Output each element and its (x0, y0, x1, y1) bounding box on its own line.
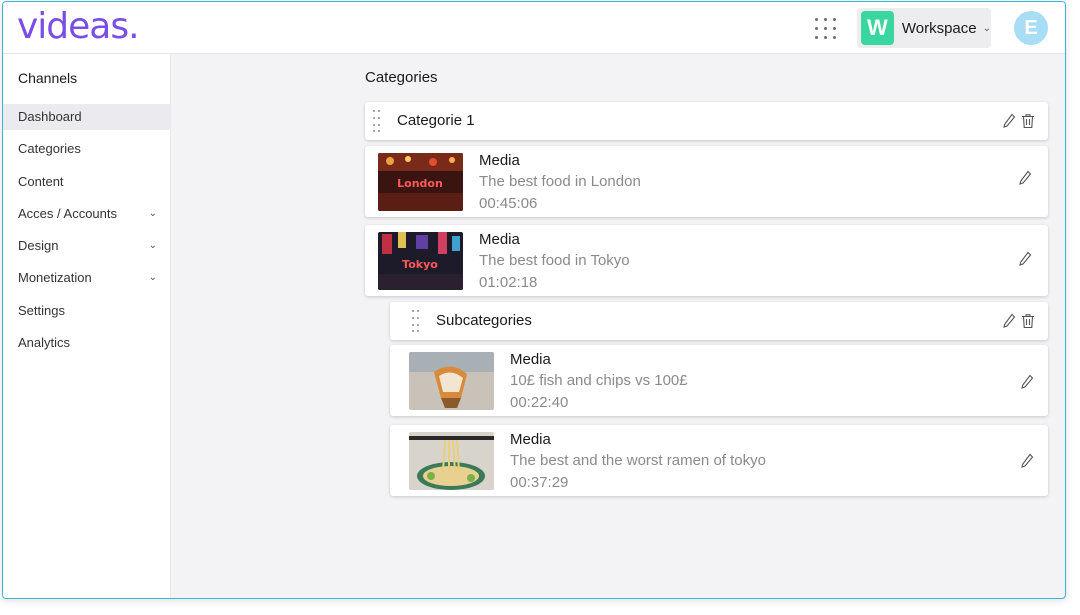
sidebar-item-label: Dashboard (18, 109, 82, 124)
sidebar-item-categories[interactable]: Categories (3, 136, 171, 162)
media-type: Media (510, 431, 551, 448)
sidebar-item-label: Analytics (18, 335, 71, 350)
media-card[interactable]: Tokyo Media The best food in Tokyo 01:02… (365, 225, 1048, 296)
media-thumbnail: Tokyo (378, 232, 463, 290)
media-card[interactable]: Media 10£ fish and chips vs 100£ 00:22:4… (390, 345, 1048, 416)
media-duration: 01:02:18 (479, 274, 538, 291)
media-type: Media (479, 152, 520, 169)
chevron-down-icon: ⌄ (148, 272, 157, 283)
subcategory-row[interactable]: Subcategories (390, 302, 1048, 340)
videas-logo[interactable]: videas. (17, 6, 140, 47)
media-card[interactable]: Media The best and the worst ramen of to… (390, 425, 1048, 496)
category-row[interactable]: Categorie 1 (365, 102, 1048, 140)
workspace-badge: W (861, 11, 894, 45)
edit-icon[interactable] (1020, 374, 1034, 390)
apps-grid-icon[interactable] (815, 18, 837, 40)
chevron-down-icon: ⌄ (148, 240, 157, 251)
sidebar-item-label: Content (18, 174, 64, 189)
edit-icon[interactable] (1020, 453, 1034, 469)
media-thumbnail (409, 432, 494, 490)
drag-handle-icon[interactable] (373, 110, 381, 134)
edit-icon[interactable] (1002, 313, 1016, 329)
sidebar-item-label: Settings (18, 303, 65, 318)
sidebar: Channels Dashboard Categories Content Ac… (3, 54, 171, 598)
media-duration: 00:22:40 (510, 394, 569, 411)
workspace-switcher[interactable]: W Workspace ⌄ (857, 8, 991, 48)
workspace-label: Workspace (901, 19, 977, 37)
chevron-down-icon: ⌄ (148, 208, 157, 219)
sidebar-item-dashboard[interactable]: Dashboard (3, 104, 171, 130)
media-thumbnail: London (378, 153, 463, 211)
edit-icon[interactable] (1018, 251, 1032, 267)
subcategory-label: Subcategories (436, 312, 532, 329)
sidebar-item-monetization[interactable]: Monetization ⌄ (3, 265, 171, 291)
chevron-down-icon: ⌄ (982, 22, 991, 34)
delete-icon[interactable] (1021, 313, 1035, 329)
media-title: 10£ fish and chips vs 100£ (510, 372, 688, 389)
sidebar-item-design[interactable]: Design ⌄ (3, 233, 171, 259)
top-bar: videas. W Workspace ⌄ E (3, 2, 1065, 54)
media-title: The best and the worst ramen of tokyo (510, 452, 766, 469)
media-duration: 00:37:29 (510, 474, 569, 491)
sidebar-item-label: Monetization (18, 270, 92, 285)
thumbnail-overlay-text: London (397, 177, 443, 190)
sidebar-item-label: Categories (18, 141, 81, 156)
sidebar-item-label: Design (18, 238, 59, 253)
sidebar-item-access-accounts[interactable]: Acces / Accounts ⌄ (3, 201, 171, 227)
sidebar-item-settings[interactable]: Settings (3, 298, 171, 324)
media-type: Media (479, 231, 520, 248)
media-card[interactable]: London Media The best food in London 00:… (365, 146, 1048, 217)
sidebar-item-label: Acces / Accounts (18, 206, 117, 221)
thumbnail-overlay-text: Tokyo (402, 258, 438, 271)
user-avatar[interactable]: E (1014, 11, 1048, 45)
media-title: The best food in Tokyo (479, 252, 630, 269)
page-title: Categories (365, 69, 438, 86)
category-label: Categorie 1 (397, 112, 475, 129)
media-duration: 00:45:06 (479, 195, 538, 212)
media-title: The best food in London (479, 173, 641, 190)
edit-icon[interactable] (1002, 113, 1016, 129)
sidebar-item-content[interactable]: Content (3, 169, 171, 195)
media-thumbnail (409, 352, 494, 410)
sidebar-title: Channels (18, 70, 78, 86)
edit-icon[interactable] (1018, 170, 1032, 186)
delete-icon[interactable] (1021, 113, 1035, 129)
drag-handle-icon[interactable] (412, 310, 420, 334)
sidebar-item-analytics[interactable]: Analytics (3, 330, 171, 356)
media-type: Media (510, 351, 551, 368)
app-window: videas. W Workspace ⌄ E Channels Dashboa… (2, 1, 1066, 599)
